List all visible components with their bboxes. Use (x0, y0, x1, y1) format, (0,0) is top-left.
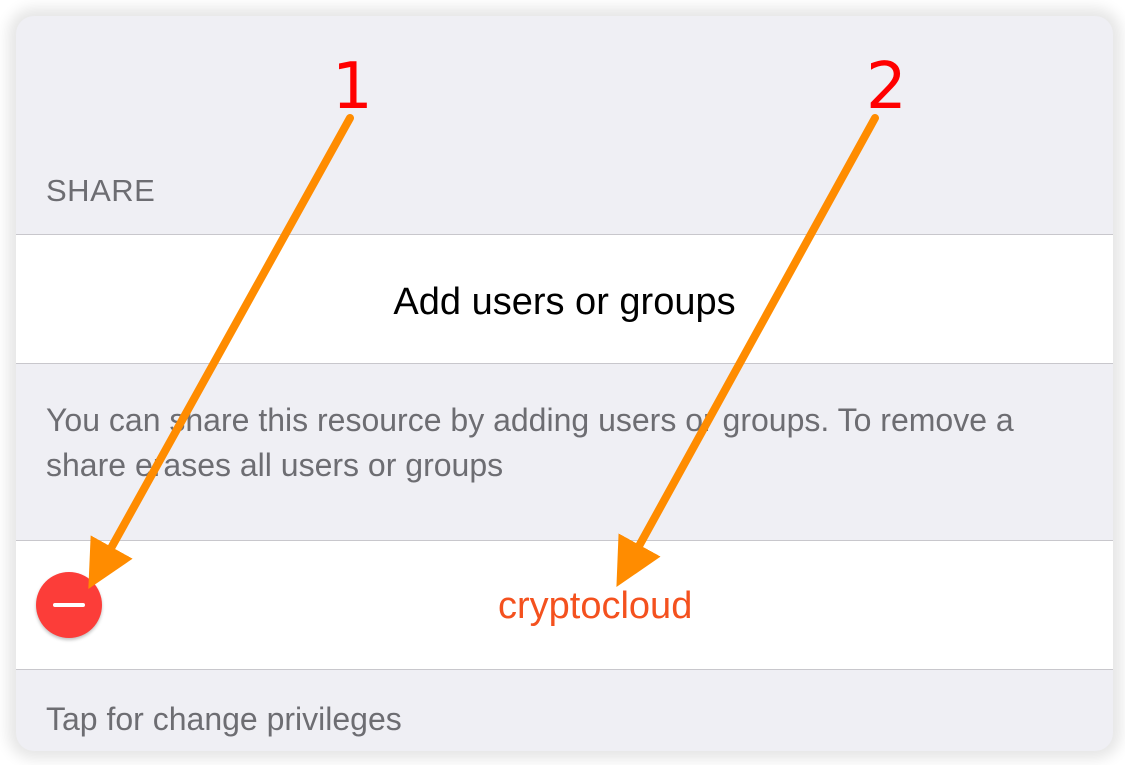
section-header-share: SHARE (46, 173, 156, 208)
annotation-label-2: 2 (866, 50, 907, 124)
add-users-button[interactable]: Add users or groups (16, 281, 1113, 324)
minus-icon (53, 603, 85, 607)
add-users-cell[interactable]: Add users or groups (16, 234, 1113, 364)
settings-sheet: SHARE Add users or groups You can share … (16, 16, 1113, 751)
change-privileges-hint: Tap for change privileges (46, 701, 402, 737)
remove-share-button[interactable] (36, 572, 102, 638)
share-name[interactable]: cryptocloud (486, 585, 1113, 628)
annotation-label-1: 1 (332, 50, 373, 124)
share-description: You can share this resource by adding us… (46, 402, 1014, 483)
share-row[interactable]: cryptocloud (16, 540, 1113, 670)
